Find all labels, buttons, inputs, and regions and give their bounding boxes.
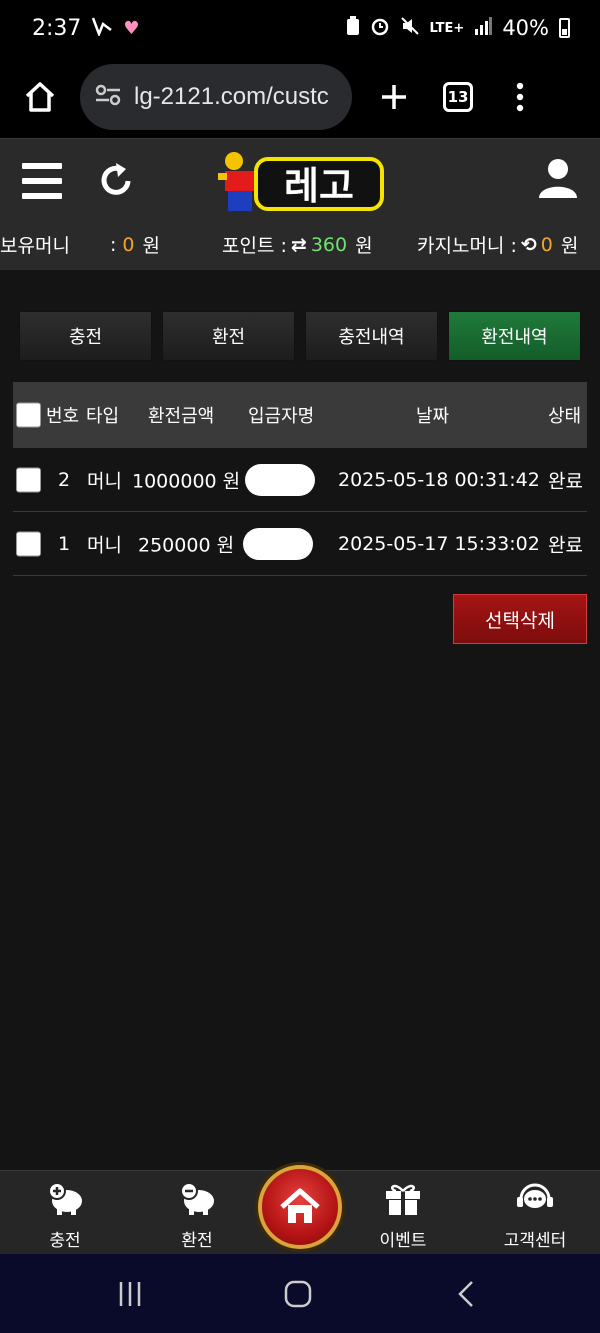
- nav-support-label: 고객센터: [503, 1231, 567, 1251]
- table-row: 2 머니 1000000 원 2025-05-18 00:31:42 완료: [13, 448, 587, 512]
- nav-event[interactable]: 이벤트: [348, 1181, 458, 1251]
- tab-switcher-button[interactable]: 13: [438, 77, 478, 117]
- nav-exchange[interactable]: 환전: [142, 1181, 252, 1251]
- piggy-minus-icon: [177, 1181, 217, 1220]
- status-bar: 2:37 ♥ LTE+ 40%: [0, 0, 600, 56]
- row-checkbox[interactable]: [16, 531, 41, 556]
- row-amount: 1000000 원: [132, 470, 241, 492]
- address-bar[interactable]: lg-2121.com/custc: [80, 64, 352, 130]
- signal-calling-icon: [91, 16, 113, 40]
- row-status: 완료: [548, 470, 583, 492]
- money-label: 보유머니: [0, 235, 70, 257]
- heart-icon: ♥: [123, 17, 140, 39]
- tab-exchange[interactable]: 환전: [162, 311, 295, 361]
- table-row: 1 머니 250000 원 2025-05-17 15:33:02 완료: [13, 512, 587, 576]
- point-unit: 원: [355, 235, 373, 257]
- signal-bars-icon: [474, 17, 493, 39]
- url-text: lg-2121.com/custc: [134, 83, 329, 110]
- row-date: 2025-05-18 00:31:42: [338, 468, 540, 491]
- header-status: 상태: [548, 406, 582, 427]
- refresh-icon[interactable]: [98, 161, 134, 203]
- more-options-icon[interactable]: [500, 77, 540, 117]
- header-type: 타입: [86, 406, 120, 427]
- row-no: 2: [58, 468, 71, 491]
- battery-percent: 40%: [502, 16, 549, 40]
- home-icon: [280, 1188, 320, 1223]
- point-value: 360: [310, 233, 348, 256]
- money-balance: 보유머니: [0, 231, 70, 258]
- exchange-history-table: 번호 타입 환전금액 입금자명 날짜 상태 2 머니 1000000 원 202…: [13, 382, 587, 576]
- network-type: LTE+: [429, 20, 465, 36]
- row-date: 2025-05-17 15:33:02: [338, 532, 540, 555]
- nav-support[interactable]: 고객센터: [480, 1181, 590, 1251]
- point-label: 포인트 :: [222, 235, 287, 257]
- redacted-depositor: [243, 527, 313, 560]
- header-amount: 환전금액: [148, 406, 215, 427]
- row-status: 완료: [548, 534, 583, 556]
- header-date: 날짜: [416, 406, 450, 427]
- browser-toolbar: lg-2121.com/custc 13: [0, 56, 600, 138]
- back-icon[interactable]: [446, 1276, 486, 1312]
- money-value: 0: [122, 233, 135, 256]
- piggy-plus-icon: [45, 1181, 85, 1220]
- exchange-arrows-icon[interactable]: ⇄: [291, 234, 307, 256]
- system-home-icon[interactable]: [278, 1276, 318, 1312]
- home-icon[interactable]: [20, 77, 60, 117]
- balance-bar: 보유머니 : 0 원 포인트 : ⇄ 360 원 카지노머니 : ⟲ 0 원: [0, 231, 600, 261]
- battery-saver-icon: [346, 16, 360, 40]
- gift-icon: [384, 1181, 422, 1220]
- delete-selected-button[interactable]: 선택삭제: [453, 594, 587, 644]
- user-profile-icon[interactable]: [538, 157, 578, 203]
- nav-charge-label: 충전: [49, 1231, 81, 1251]
- tab-count: 13: [443, 82, 473, 112]
- casino-value: 0: [540, 233, 553, 256]
- bottom-navigation: 충전 환전 이벤트 고객센터: [0, 1165, 600, 1254]
- table-header: 번호 타입 환전금액 입금자명 날짜 상태: [13, 382, 587, 448]
- casino-unit: 원: [560, 235, 579, 257]
- site-logo[interactable]: 레고: [216, 149, 386, 219]
- header-depositor: 입금자명: [248, 406, 315, 427]
- casino-refresh-icon[interactable]: ⟲: [521, 234, 537, 256]
- alarm-icon: [370, 16, 390, 40]
- redacted-depositor: [245, 463, 315, 496]
- row-type: 머니: [87, 534, 122, 556]
- tab-charge-history[interactable]: 충전내역: [305, 311, 438, 361]
- tab-charge[interactable]: 충전: [19, 311, 152, 361]
- point-balance: 포인트 : ⇄ 360 원: [222, 231, 373, 258]
- headset-chat-icon: [515, 1181, 555, 1220]
- row-type: 머니: [87, 470, 122, 492]
- mute-icon: [400, 16, 420, 40]
- nav-exchange-label: 환전: [181, 1231, 213, 1251]
- recent-apps-icon[interactable]: [110, 1276, 150, 1312]
- nav-charge[interactable]: 충전: [10, 1181, 120, 1251]
- row-amount: 250000 원: [138, 534, 235, 556]
- tab-exchange-history[interactable]: 환전내역: [448, 311, 581, 361]
- system-navigation-bar: [0, 1254, 600, 1333]
- money-value-group: : 0 원: [110, 231, 160, 258]
- site-header: 레고 보유머니 : 0 원 포인트 : ⇄ 360 원 카지노머니 : ⟲ 0 …: [0, 138, 600, 270]
- row-checkbox[interactable]: [16, 467, 41, 492]
- row-no: 1: [58, 532, 71, 555]
- hamburger-menu-icon[interactable]: [22, 163, 62, 199]
- money-unit: 원: [142, 235, 160, 257]
- home-button[interactable]: [258, 1165, 342, 1249]
- status-time: 2:37: [32, 15, 82, 41]
- money-colon: :: [110, 233, 117, 256]
- logo-text: 레고: [284, 164, 354, 208]
- history-tabs: 충전 환전 충전내역 환전내역: [19, 311, 581, 361]
- casino-label: 카지노머니 :: [417, 235, 517, 257]
- select-all-checkbox[interactable]: [16, 402, 41, 428]
- nav-event-label: 이벤트: [379, 1231, 427, 1251]
- header-no: 번호: [46, 406, 80, 427]
- casino-balance: 카지노머니 : ⟲ 0 원: [417, 231, 578, 258]
- new-tab-icon[interactable]: [374, 77, 414, 117]
- site-settings-icon[interactable]: [94, 83, 122, 111]
- battery-icon: [559, 18, 570, 38]
